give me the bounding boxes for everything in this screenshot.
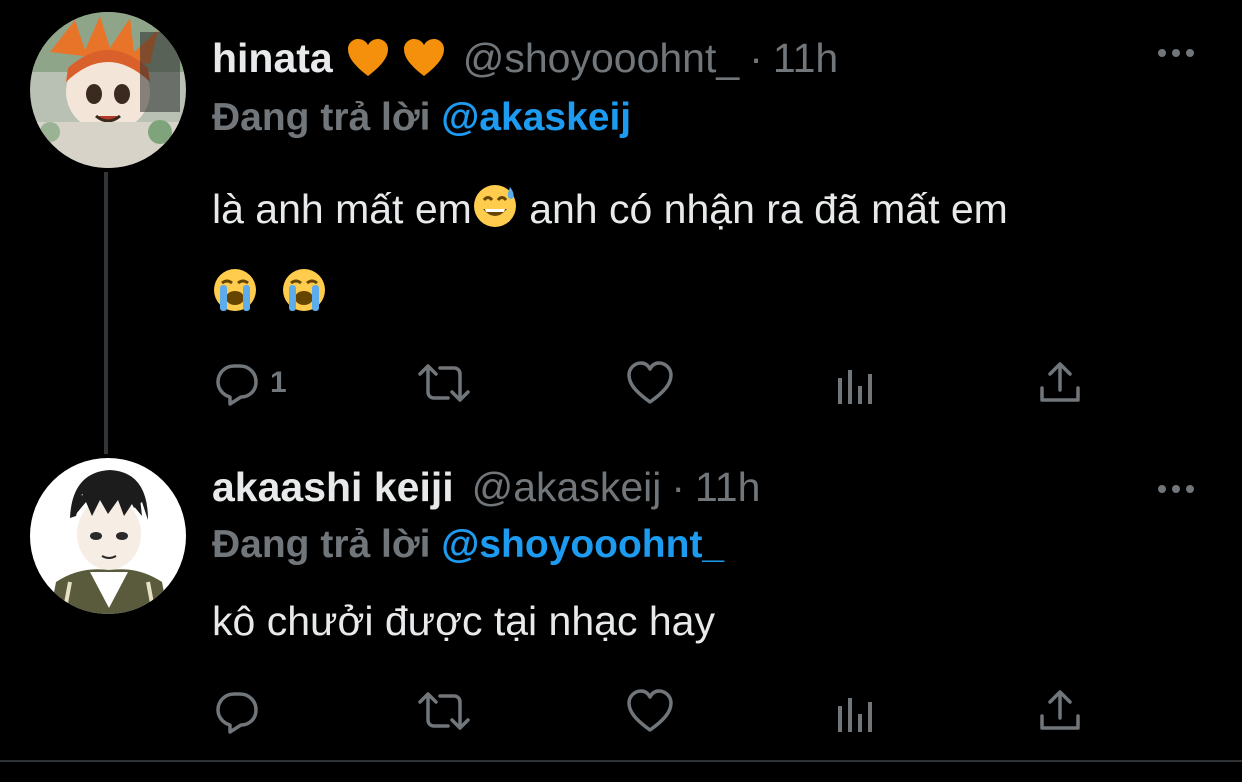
reply-icon <box>214 360 260 406</box>
tweet-text: là anh mất em anh có nhận ra đã mất em <box>212 170 1212 338</box>
tweet-divider <box>0 760 1242 762</box>
tweet-actions <box>212 688 1112 736</box>
tweet-actions: 1 <box>212 360 1112 408</box>
share-button[interactable] <box>1038 360 1082 406</box>
share-button[interactable] <box>1038 688 1082 734</box>
replying-to-label: Đang trả lời <box>212 523 431 566</box>
thread-connector-line <box>104 172 108 454</box>
like-icon <box>626 360 674 406</box>
separator-dot: · <box>749 35 763 81</box>
orange-heart-icon <box>403 38 445 83</box>
tweet-text-part: là anh mất em <box>212 186 472 232</box>
handle-time: @shoyooohnt_ · 11h <box>463 35 838 82</box>
replying-to: Đang trả lời @akaskeij <box>212 96 631 140</box>
share-icon <box>1038 688 1082 734</box>
retweet-button[interactable] <box>416 688 472 734</box>
grinning-face-with-sweat-icon <box>472 176 518 254</box>
handle[interactable]: @akaskeij <box>472 464 662 510</box>
share-icon <box>1038 360 1082 406</box>
timestamp[interactable]: 11h <box>695 464 760 510</box>
avatar[interactable] <box>30 458 186 614</box>
more-icon[interactable] <box>1156 482 1196 494</box>
like-button[interactable] <box>626 688 674 734</box>
display-name[interactable]: akaashi keiji <box>212 464 454 511</box>
loudly-crying-face-icon <box>281 260 327 338</box>
like-icon <box>626 688 674 734</box>
replying-to-mention[interactable]: @shoyooohnt_ <box>441 523 724 566</box>
retweet-icon <box>416 360 472 406</box>
tweet-header: hinata @shoyooohnt_ · 11h <box>212 32 838 82</box>
handle[interactable]: @shoyooohnt_ <box>463 35 739 81</box>
more-icon[interactable] <box>1156 46 1196 58</box>
analytics-button[interactable] <box>836 360 878 406</box>
loudly-crying-face-icon <box>212 260 258 338</box>
avatar[interactable] <box>30 12 186 168</box>
replying-to-mention[interactable]: @akaskeij <box>441 96 631 139</box>
retweet-button[interactable] <box>416 360 472 406</box>
handle-time: @akaskeij · 11h <box>472 464 761 511</box>
replying-to: Đang trả lời @shoyooohnt_ <box>212 523 724 567</box>
reply-button[interactable] <box>214 688 270 734</box>
display-name[interactable]: hinata <box>212 35 333 82</box>
analytics-icon <box>836 688 878 734</box>
tweet-text: kô chưởi được tại nhạc hay <box>212 598 715 644</box>
separator-dot: · <box>671 464 686 510</box>
analytics-icon <box>836 360 878 406</box>
orange-heart-icon <box>347 38 389 83</box>
reply-button[interactable]: 1 <box>214 360 287 406</box>
replying-to-label: Đang trả lời <box>212 96 431 139</box>
tweet-text-part: anh có nhận ra đã mất em <box>517 186 1008 232</box>
reply-count: 1 <box>270 366 287 399</box>
analytics-button[interactable] <box>836 688 878 734</box>
reply-icon <box>214 688 260 734</box>
timestamp[interactable]: 11h <box>773 35 838 81</box>
tweet-header: akaashi keiji @akaskeij · 11h <box>212 464 760 511</box>
like-button[interactable] <box>626 360 674 406</box>
retweet-icon <box>416 688 472 734</box>
